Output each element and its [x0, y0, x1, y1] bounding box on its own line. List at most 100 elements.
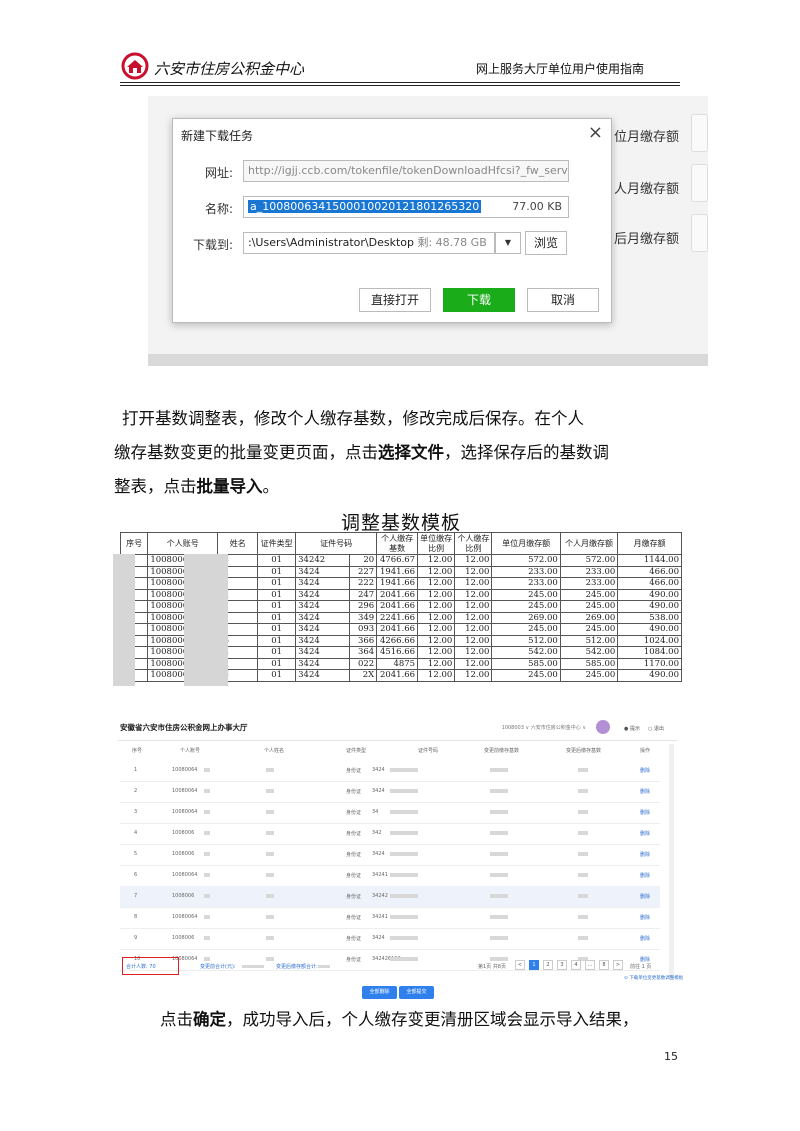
- redaction-block: [390, 894, 418, 898]
- redaction-block: [490, 894, 508, 898]
- bg-label: 后月缴存额: [614, 232, 680, 247]
- template-cell: 12.00: [417, 577, 456, 590]
- download-button[interactable]: 下载: [443, 288, 515, 312]
- download-template-link[interactable]: ⊙ 下载单位变更基数调整模板: [624, 975, 683, 981]
- pager-page[interactable]: 8: [599, 960, 609, 970]
- id-number-cell: 3424: [372, 767, 385, 773]
- destination-input[interactable]: :\Users\Administrator\Desktop 剩: 48.78 G…: [243, 232, 495, 254]
- delete-link[interactable]: 删除: [640, 893, 650, 900]
- instruction-line: 打开基数调整表，修改个人缴存基数，修改完成后保存。在个人: [122, 409, 584, 428]
- url-value: http://igjj.ccb.com/tokenfile/tokenDownl…: [248, 164, 569, 177]
- col-header: 姓名: [217, 532, 259, 555]
- redaction-block: [204, 768, 210, 772]
- template-cell: 3424: [295, 646, 350, 659]
- redaction-block: [266, 852, 274, 856]
- table-row: 4 1008006 身份证 342 删除: [120, 823, 660, 845]
- redaction-block: [204, 873, 210, 877]
- delete-link[interactable]: 删除: [640, 767, 650, 774]
- cancel-button[interactable]: 取消: [527, 288, 599, 312]
- col-header: 个人缴存基数: [376, 532, 419, 555]
- template-cell: 3424: [295, 634, 350, 647]
- redaction-block: [204, 789, 210, 793]
- delete-link[interactable]: 删除: [640, 914, 650, 921]
- browse-button[interactable]: 浏览: [525, 231, 567, 255]
- filename-input[interactable]: a_10080063415000100201218012653​20 77.00…: [243, 196, 569, 218]
- template-cell: 01: [257, 588, 297, 601]
- table-row: 1 10080064 身份证 3424 删除: [120, 760, 660, 782]
- row-number: 4: [134, 830, 138, 836]
- redaction-block: [390, 789, 418, 793]
- pager-goto[interactable]: 前往 1 页: [630, 963, 651, 970]
- template-cell: 364: [348, 646, 378, 659]
- delete-link[interactable]: 删除: [640, 935, 650, 942]
- redaction-block: [266, 831, 274, 835]
- template-cell: 3424: [295, 611, 350, 624]
- bg-label: 人月缴存额: [614, 182, 680, 197]
- col-header: 序号: [120, 532, 149, 555]
- open-directly-button[interactable]: 直接打开: [359, 288, 431, 312]
- template-cell: 2041.66: [376, 600, 419, 613]
- avatar[interactable]: [596, 720, 610, 734]
- pager-page[interactable]: 2: [543, 960, 553, 970]
- redaction-block: [578, 915, 588, 919]
- delete-link[interactable]: 删除: [640, 788, 650, 795]
- help-link[interactable]: ● 提示: [624, 725, 640, 732]
- chevron-down-icon[interactable]: ▼: [495, 232, 521, 254]
- delete-link[interactable]: 删除: [640, 851, 650, 858]
- template-cell: 490.00: [617, 588, 682, 601]
- bg-input: [691, 114, 708, 152]
- template-cell: 3424: [295, 657, 350, 670]
- template-cell: 12.00: [417, 554, 456, 567]
- template-cell: 3424: [295, 588, 350, 601]
- redaction-block: [390, 915, 418, 919]
- delete-link[interactable]: 删除: [640, 872, 650, 879]
- template-cell: 022: [348, 657, 378, 670]
- template-cell: 245.00: [491, 623, 561, 636]
- redaction-block: [204, 915, 210, 919]
- org-title: 六安市住房公积金中心: [154, 60, 305, 78]
- template-cell: 245.00: [491, 588, 561, 601]
- pager-next[interactable]: >: [613, 960, 623, 970]
- template-cell: 12.00: [454, 577, 493, 590]
- scrollbar[interactable]: [669, 744, 674, 980]
- template-cell: 12.00: [454, 646, 493, 659]
- filename-value: a_10080063415000100201218012653​20: [248, 200, 482, 213]
- template-cell: 12.00: [454, 634, 493, 647]
- template-cell: 2041.66: [376, 669, 419, 682]
- template-cell: 245.00: [559, 623, 619, 636]
- close-icon[interactable]: ×: [588, 122, 603, 143]
- logout-link[interactable]: ○ 退出: [648, 725, 664, 732]
- delete-link[interactable]: 删除: [640, 830, 650, 837]
- portal-screenshot: 安徽省六安市住房公积金网上办事大厅 1008003 ∨ 六安市住房公积金中心 ∨…: [118, 716, 683, 1000]
- col-header: 证件类型: [346, 748, 367, 754]
- template-cell: 12.00: [454, 600, 493, 613]
- pager-prev[interactable]: <: [515, 960, 525, 970]
- redaction-block: [578, 936, 588, 940]
- template-cell: 227: [348, 565, 378, 578]
- pager-page[interactable]: 1: [529, 960, 539, 970]
- pager-page[interactable]: 3: [557, 960, 567, 970]
- template-cell: 466.00: [617, 577, 682, 590]
- delete-all-button[interactable]: 全部删除: [362, 986, 397, 999]
- table-row: 9 1008006 身份证 3424 删除: [120, 928, 660, 950]
- col-header: 单位月缴存额: [491, 532, 561, 555]
- template-cell: 12.00: [417, 565, 456, 578]
- col-header: 个人月缴存额: [559, 532, 619, 555]
- delete-link[interactable]: 删除: [640, 809, 650, 816]
- redaction-block: [266, 873, 274, 877]
- name-label: 名称:: [204, 202, 233, 216]
- redaction-block: [390, 957, 418, 961]
- user-selector[interactable]: 1008003 ∨ 六安市住房公积金中心 ∨: [502, 724, 586, 731]
- url-label: 网址:: [204, 166, 233, 180]
- submit-all-button[interactable]: 全部提交: [399, 986, 434, 999]
- template-cell: 490.00: [617, 669, 682, 682]
- account-cell: 1008006: [172, 935, 195, 941]
- col-header: 序号: [132, 748, 143, 754]
- redaction-block: [578, 831, 588, 835]
- redaction-block: [390, 852, 418, 856]
- row-number: 6: [134, 872, 138, 878]
- pager-page[interactable]: 4: [571, 960, 581, 970]
- table-row: 3 10080064 身份证 34 删除: [120, 802, 660, 824]
- new-download-dialog: 新建下载任务 × 网址: http://igjj.ccb.com/tokenfi…: [172, 118, 612, 323]
- template-cell: 1024.00: [617, 634, 682, 647]
